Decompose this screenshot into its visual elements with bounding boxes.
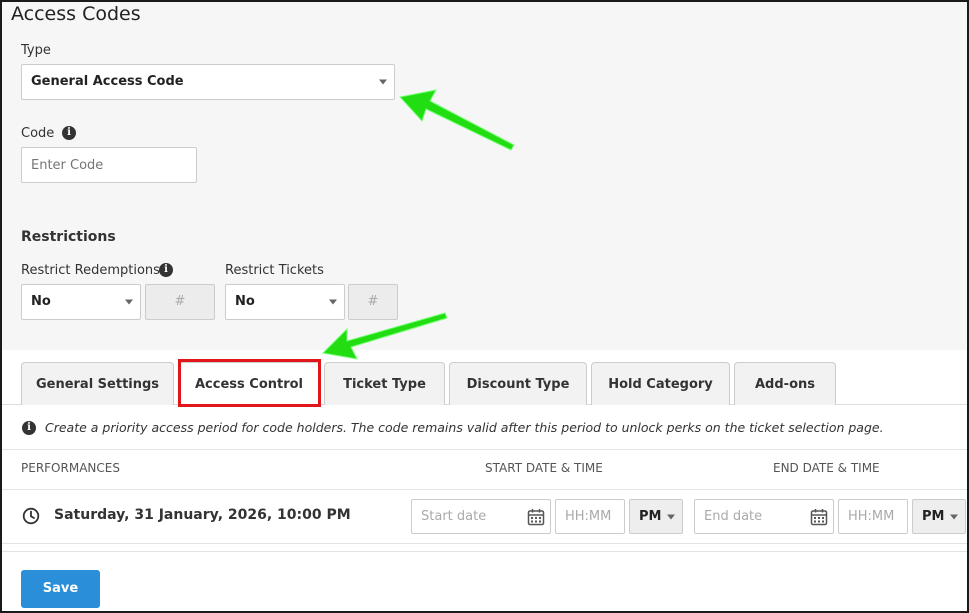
end-ampm-value: PM <box>922 509 945 524</box>
start-datetime-header: START DATE & TIME <box>485 461 603 475</box>
performance-name: Saturday, 31 January, 2026, 10:00 PM <box>54 507 351 523</box>
divider <box>2 449 967 450</box>
chevron-down-icon <box>667 514 675 519</box>
chevron-down-icon <box>329 299 337 305</box>
type-select-value: General Access Code <box>31 74 184 89</box>
info-icon: i <box>22 421 36 435</box>
restrict-redemptions-label: Restrict Redemptions <box>21 263 160 278</box>
calendar-icon[interactable] <box>810 508 828 526</box>
tab-hold-category[interactable]: Hold Category <box>591 362 730 405</box>
start-ampm-value: PM <box>639 509 662 524</box>
access-control-notice: Create a priority access period for code… <box>45 420 884 435</box>
restrict-tickets-label: Restrict Tickets <box>225 263 324 278</box>
chevron-down-icon <box>379 79 387 85</box>
code-label: Code <box>21 126 55 141</box>
tab-ticket-type[interactable]: Ticket Type <box>324 362 445 405</box>
tab-general-settings[interactable]: General Settings <box>21 362 174 405</box>
chevron-down-icon <box>125 299 133 305</box>
restrict-redemptions-value: No <box>31 294 51 309</box>
restrictions-heading: Restrictions <box>21 229 116 245</box>
restrict-tickets-select[interactable]: No <box>225 284 345 320</box>
calendar-icon[interactable] <box>527 508 545 526</box>
info-icon[interactable]: i <box>159 263 173 277</box>
restrict-tickets-value: No <box>235 294 255 309</box>
type-label: Type <box>21 43 51 58</box>
start-date-input[interactable]: Start date <box>411 499 551 534</box>
access-codes-window: Access Codes Type General Access Code Co… <box>0 0 969 613</box>
end-time-input[interactable]: HH:MM <box>838 499 908 534</box>
tab-access-control[interactable]: Access Control <box>178 362 320 406</box>
end-date-input[interactable]: End date <box>694 499 834 534</box>
save-button[interactable]: Save <box>21 570 100 608</box>
tab-add-ons[interactable]: Add-ons <box>734 362 836 405</box>
start-time-input[interactable]: HH:MM <box>555 499 625 534</box>
tickets-count-input: # <box>348 284 398 320</box>
type-select[interactable]: General Access Code <box>21 64 395 100</box>
tab-discount-type[interactable]: Discount Type <box>449 362 587 405</box>
restrict-redemptions-select[interactable]: No <box>21 284 141 320</box>
divider <box>2 543 967 544</box>
info-icon[interactable]: i <box>62 126 76 140</box>
divider <box>2 551 967 552</box>
start-ampm-select[interactable]: PM <box>629 499 683 534</box>
end-datetime-header: END DATE & TIME <box>773 461 880 475</box>
code-input[interactable] <box>21 147 197 183</box>
code-settings-panel: Access Codes Type General Access Code Co… <box>2 2 967 350</box>
divider <box>2 489 967 490</box>
redemptions-count-input: # <box>145 284 215 320</box>
end-date-placeholder: End date <box>704 509 763 524</box>
clock-icon <box>22 507 40 525</box>
performances-header: PERFORMANCES <box>21 461 120 475</box>
chevron-down-icon <box>950 514 958 519</box>
end-ampm-select[interactable]: PM <box>912 499 966 534</box>
start-date-placeholder: Start date <box>421 509 487 524</box>
page-title: Access Codes <box>11 3 141 25</box>
